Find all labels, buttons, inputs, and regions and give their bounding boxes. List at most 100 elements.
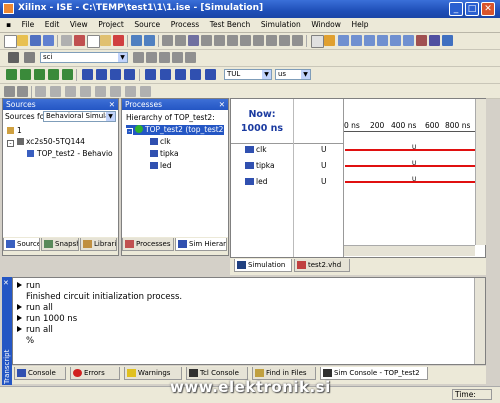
tab-snapshots[interactable]: Snapshots [41, 238, 79, 251]
template-icon[interactable] [140, 86, 151, 97]
paste-icon[interactable] [100, 35, 111, 46]
menu-simulation[interactable]: Simulation [257, 18, 305, 31]
help-icon[interactable] [442, 35, 453, 46]
search-option4-icon[interactable] [172, 52, 183, 63]
copy-icon[interactable] [87, 35, 100, 48]
menu-edit[interactable]: Edit [41, 18, 64, 31]
marker4-icon[interactable] [240, 35, 251, 46]
tree-item-top[interactable]: TOP_test2 - Behavio [27, 149, 113, 159]
menu-file[interactable]: File [18, 18, 39, 31]
tree-item-tipka[interactable]: tipka [150, 149, 179, 159]
pointer-icon[interactable] [311, 35, 324, 48]
tab-test2-vhd[interactable]: test2.vhd [294, 259, 350, 272]
open-folder-icon[interactable] [17, 35, 28, 46]
search-input[interactable]: sci ▼ [40, 52, 128, 63]
delete-icon[interactable] [113, 35, 124, 46]
go-end-icon[interactable] [190, 69, 201, 80]
break-icon[interactable] [62, 69, 73, 80]
layout-icon[interactable] [338, 35, 349, 46]
marker6-icon[interactable] [266, 35, 277, 46]
settings-icon[interactable] [429, 35, 440, 46]
zoom-full-icon[interactable] [124, 69, 135, 80]
marker3-icon[interactable] [227, 35, 238, 46]
menu-project[interactable]: Project [94, 18, 128, 31]
step-icon[interactable] [34, 69, 45, 80]
play-icon[interactable] [205, 69, 216, 80]
tab-libraries[interactable]: Libraries [80, 238, 117, 251]
zoom-out-icon[interactable] [96, 69, 107, 80]
save-icon[interactable] [30, 35, 41, 46]
redo-icon[interactable] [144, 35, 155, 46]
console-output[interactable]: run Finished circuit initialization proc… [12, 277, 486, 365]
binoculars-icon[interactable] [8, 52, 19, 63]
processes-close-icon[interactable]: ✕ [219, 99, 225, 110]
marker2-icon[interactable] [214, 35, 225, 46]
layout4-icon[interactable] [377, 35, 388, 46]
go-prev-icon[interactable] [160, 69, 171, 80]
transcript-close-icon[interactable]: ✕ [3, 279, 9, 287]
language-icon[interactable] [125, 86, 136, 97]
cursor-icon[interactable] [188, 35, 199, 46]
hammer-icon[interactable] [324, 35, 335, 46]
waveform-hscrollbar[interactable] [344, 245, 475, 256]
console-scrollbar[interactable] [474, 278, 485, 364]
print-icon[interactable] [61, 35, 72, 46]
cut-icon[interactable] [74, 35, 85, 46]
menu-window[interactable]: Window [307, 18, 345, 31]
layout2-icon[interactable] [351, 35, 362, 46]
collapse-icon[interactable]: - [126, 128, 133, 135]
menu-source[interactable]: Source [130, 18, 164, 31]
uncomment-icon[interactable] [50, 86, 61, 97]
tab-sources[interactable]: Sources [3, 238, 40, 251]
undo-icon[interactable] [131, 35, 142, 46]
indent-icon[interactable] [4, 86, 15, 97]
tab-sim-console[interactable]: Sim Console - TOP_test2 [320, 367, 428, 380]
tools-icon[interactable] [416, 35, 427, 46]
tree-item-device[interactable]: - xc2s50-5TQ144 [7, 137, 85, 147]
tree-item-led[interactable]: led [150, 161, 171, 171]
restart-icon[interactable] [20, 69, 31, 80]
maximize-button[interactable]: □ [465, 2, 479, 16]
time-combo[interactable]: TUL ▼ [224, 69, 272, 80]
unit-combo[interactable]: us ▼ [275, 69, 311, 80]
search-option2-icon[interactable] [146, 52, 157, 63]
bookmark-clear-icon[interactable] [110, 86, 121, 97]
zoom-icon[interactable] [162, 35, 173, 46]
search-option3-icon[interactable] [159, 52, 170, 63]
menu-test-bench[interactable]: Test Bench [206, 18, 255, 31]
go-next-icon[interactable] [175, 69, 186, 80]
tab-processes[interactable]: Processes [122, 238, 174, 251]
tree-item-top-test2[interactable]: - TOP_test2 (top_test2) [126, 125, 226, 135]
marker8-icon[interactable] [292, 35, 303, 46]
marker-icon[interactable] [201, 35, 212, 46]
tab-errors[interactable]: Errors [70, 367, 120, 380]
menu-view[interactable]: View [66, 18, 92, 31]
search-option-icon[interactable] [133, 52, 144, 63]
search-option5-icon[interactable] [185, 52, 196, 63]
tab-simulation[interactable]: Simulation [234, 259, 292, 272]
tree-item-clk[interactable]: clk [150, 137, 171, 147]
menu-process[interactable]: Process [167, 18, 203, 31]
marker5-icon[interactable] [253, 35, 264, 46]
step-into-icon[interactable] [48, 69, 59, 80]
waveform-scrollbar[interactable] [475, 99, 486, 245]
tab-console[interactable]: Console [14, 367, 66, 380]
menu-help[interactable]: Help [347, 18, 372, 31]
bookmark-prev-icon[interactable] [95, 86, 106, 97]
layout6-icon[interactable] [403, 35, 414, 46]
find-icon[interactable] [175, 35, 186, 46]
zoom-fit-icon[interactable] [110, 69, 121, 80]
bookmark-next-icon[interactable] [80, 86, 91, 97]
bookmark-icon[interactable] [65, 86, 76, 97]
tab-sim-hierarchy[interactable]: Sim Hierarchy [175, 238, 227, 251]
layout5-icon[interactable] [390, 35, 401, 46]
collapse-icon[interactable]: - [7, 140, 14, 147]
comment-icon[interactable] [35, 86, 46, 97]
menu-app-icon[interactable]: ▪ [0, 18, 15, 31]
find-next-icon[interactable] [24, 52, 35, 63]
close-button[interactable]: ✕ [481, 2, 495, 16]
new-file-icon[interactable] [4, 35, 17, 48]
marker7-icon[interactable] [279, 35, 290, 46]
outdent-icon[interactable] [17, 86, 28, 97]
go-start-icon[interactable] [145, 69, 156, 80]
